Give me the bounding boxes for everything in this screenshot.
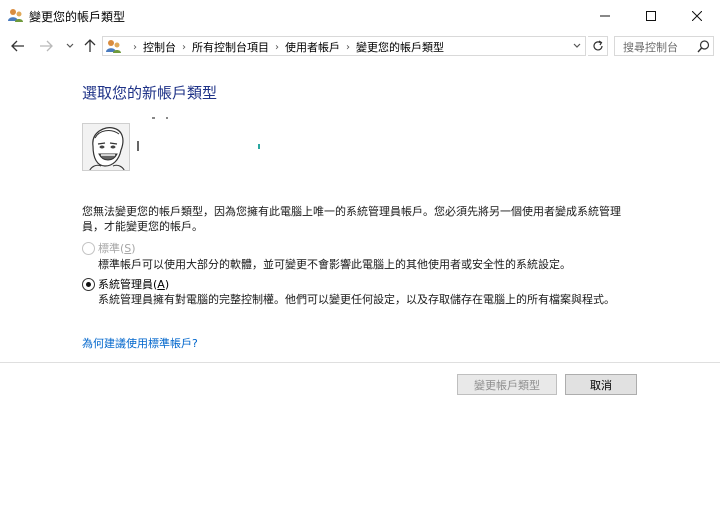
arrow-up-icon bbox=[84, 39, 96, 52]
minimize-button[interactable] bbox=[582, 0, 628, 31]
breadcrumb-separator[interactable]: › bbox=[346, 42, 350, 53]
footer-divider bbox=[0, 362, 720, 363]
admin-account-description: 系統管理員擁有對電腦的完整控制權。他們可以變更任何設定，以及存取儲存在電腦上的所… bbox=[98, 293, 615, 306]
search-placeholder: 搜尋控制台 bbox=[623, 41, 678, 54]
address-history-button[interactable] bbox=[570, 39, 584, 53]
radio-selected-dot bbox=[86, 282, 91, 287]
why-standard-account-link[interactable]: 為何建議使用標準帳戶? bbox=[82, 335, 198, 351]
search-input[interactable]: 搜尋控制台 bbox=[614, 36, 714, 56]
breadcrumb: › 控制台 › 所有控制台項目 › 使用者帳戶 › 變更您的帳戶類型 bbox=[127, 39, 444, 55]
refresh-icon bbox=[592, 40, 603, 51]
search-icon[interactable] bbox=[697, 40, 710, 53]
address-bar[interactable]: › 控制台 › 所有控制台項目 › 使用者帳戶 › 變更您的帳戶類型 bbox=[102, 36, 586, 56]
up-button[interactable] bbox=[81, 37, 99, 55]
close-icon bbox=[692, 10, 702, 21]
standard-account-radio[interactable] bbox=[82, 242, 95, 255]
maximize-icon bbox=[646, 10, 656, 21]
account-name-fragment bbox=[152, 117, 155, 119]
close-button[interactable] bbox=[674, 0, 720, 31]
chevron-down-icon bbox=[66, 43, 74, 48]
standard-account-description: 標準帳戶可以使用大部分的軟體，並可變更不會影響此電腦上的其他使用者或安全性的系統… bbox=[98, 258, 571, 271]
cancel-button[interactable]: 取消 bbox=[565, 374, 637, 395]
breadcrumb-user-accounts[interactable]: 使用者帳戶 bbox=[285, 39, 340, 55]
maximize-button[interactable] bbox=[628, 0, 674, 31]
user-picture-icon bbox=[83, 124, 129, 170]
arrow-left-icon bbox=[11, 40, 24, 52]
recent-locations-button[interactable] bbox=[63, 37, 77, 55]
minimize-icon bbox=[600, 15, 610, 16]
avatar bbox=[82, 123, 130, 171]
admin-account-radio[interactable] bbox=[82, 278, 95, 291]
control-panel-icon bbox=[106, 38, 122, 54]
breadcrumb-separator[interactable]: › bbox=[182, 42, 186, 53]
users-icon bbox=[8, 7, 24, 23]
breadcrumb-all-items[interactable]: 所有控制台項目 bbox=[192, 39, 269, 55]
change-account-type-button[interactable]: 變更帳戶類型 bbox=[457, 374, 557, 395]
title-bar: 變更您的帳戶類型 bbox=[0, 0, 720, 31]
back-button[interactable] bbox=[9, 37, 27, 55]
chevron-down-icon bbox=[573, 43, 581, 48]
forward-button[interactable] bbox=[37, 37, 55, 55]
account-name-fragment bbox=[137, 141, 139, 151]
account-name-fragment bbox=[258, 144, 260, 149]
arrow-right-icon bbox=[40, 40, 53, 52]
only-admin-warning: 您無法變更您的帳戶類型，因為您擁有此電腦上唯一的系統管理員帳戶。您必須先將另一個… bbox=[82, 205, 621, 233]
breadcrumb-control-panel[interactable]: 控制台 bbox=[143, 39, 176, 55]
standard-account-label: 標準(S) bbox=[98, 242, 136, 255]
page-title: 選取您的新帳戶類型 bbox=[82, 84, 218, 102]
admin-account-label[interactable]: 系統管理員(A) bbox=[98, 276, 169, 292]
breadcrumb-separator[interactable]: › bbox=[275, 42, 279, 53]
refresh-button[interactable] bbox=[588, 36, 608, 56]
breadcrumb-separator[interactable]: › bbox=[133, 42, 137, 53]
window-title: 變更您的帳戶類型 bbox=[29, 10, 126, 24]
breadcrumb-current[interactable]: 變更您的帳戶類型 bbox=[356, 39, 444, 55]
account-name-fragment bbox=[166, 117, 168, 119]
